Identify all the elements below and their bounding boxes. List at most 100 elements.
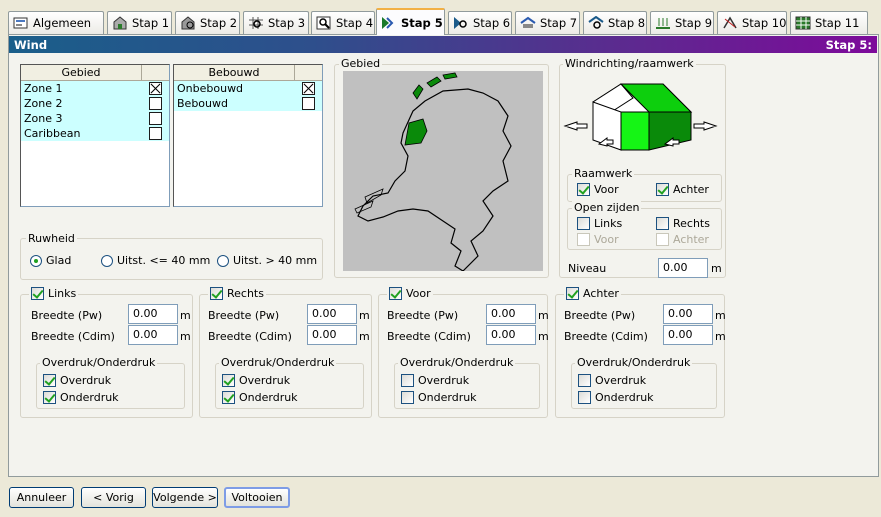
pw-label: Breedte (Pw) [31, 309, 103, 322]
next-button[interactable]: Volgende > [152, 487, 218, 508]
pw-input-voor[interactable]: 0.00 [486, 304, 536, 324]
wind-icon [381, 16, 397, 30]
side-toggle-voor[interactable]: Voor [387, 287, 433, 300]
list-item[interactable]: Zone 3 [21, 111, 169, 126]
open-achter-checkbox: Achter [656, 233, 709, 246]
cancel-button[interactable]: Annuleer [9, 487, 74, 508]
list-item[interactable]: Zone 1 [21, 81, 169, 96]
gebied-list[interactable]: Gebied Zone 1 Zone 2 Zone 3 Caribbean [20, 64, 170, 207]
bebouwd-checkbox[interactable] [302, 96, 315, 110]
side-toggle-achter[interactable]: Achter [564, 287, 621, 300]
cdim-label: Breedte (Cdim) [208, 330, 292, 343]
tab-stap-11[interactable]: Stap 11 [790, 11, 868, 34]
onderdruk-checkbox-links[interactable]: Onderdruk [43, 391, 119, 404]
overdruk-checkbox-links[interactable]: Overdruk [43, 374, 111, 387]
open-zijden-title: Open zijden [572, 201, 642, 214]
gebied-header: Gebied [21, 65, 142, 80]
page-header: Wind Stap 5: [9, 36, 877, 53]
tab-stap-1[interactable]: Stap 1 [107, 11, 172, 34]
cdim-input-links[interactable]: 0.00 [128, 325, 178, 345]
side-toggle-links[interactable]: Links [29, 287, 79, 300]
netherlands-map[interactable] [343, 71, 543, 272]
pw-input-achter[interactable]: 0.00 [663, 304, 713, 324]
open-rechts-checkbox[interactable]: Rechts [656, 217, 710, 230]
niveau-unit: m [711, 262, 722, 275]
radio-uitst-gt-40-dot[interactable] [217, 254, 229, 267]
cdim-input-achter[interactable]: 0.00 [663, 325, 713, 345]
radio-uitst-le-40[interactable]: Uitst. <= 40 mm [101, 254, 210, 267]
cdim-unit: m [359, 330, 370, 343]
building-icon [112, 16, 128, 30]
side-toggle-rechts[interactable]: Rechts [208, 287, 266, 300]
page-title: Wind [14, 37, 48, 52]
cdim-input-voor[interactable]: 0.00 [486, 325, 536, 345]
building-search-icon [180, 16, 196, 30]
list-item[interactable]: Caribbean [21, 126, 169, 141]
tab-stap-4[interactable]: Stap 4 [311, 11, 375, 34]
cdim-unit: m [538, 330, 549, 343]
list-item[interactable]: Onbebouwd [174, 81, 322, 96]
overdruk-checkbox-voor[interactable]: Overdruk [401, 374, 469, 387]
previous-button[interactable]: < Vorig [81, 487, 146, 508]
pw-input-rechts[interactable]: 0.00 [307, 304, 357, 324]
magnifier-icon [316, 16, 332, 30]
zone-3-checkbox[interactable] [149, 111, 162, 125]
overdruk-checkbox-achter[interactable]: Overdruk [578, 374, 646, 387]
tab-stap-9[interactable]: Stap 9 [650, 11, 714, 34]
onderdruk-checkbox-achter[interactable]: Onderdruk [578, 391, 654, 404]
bebouwd-list[interactable]: Bebouwd Onbebouwd Bebouwd [173, 64, 323, 207]
pressure-title: Overdruk/Onderdruk [398, 356, 516, 369]
load-arrows-icon [655, 16, 671, 30]
radio-glad[interactable]: Glad [30, 254, 71, 267]
cdim-input-rechts[interactable]: 0.00 [307, 325, 357, 345]
list-item[interactable]: Zone 2 [21, 96, 169, 111]
onbebouwd-checkbox[interactable] [302, 81, 315, 95]
wind-search-icon [453, 16, 469, 30]
cdim-label: Breedte (Cdim) [564, 330, 648, 343]
cdim-unit: m [180, 330, 191, 343]
tab-stap-5[interactable]: Stap 5 [376, 8, 445, 35]
zone-2-checkbox[interactable] [149, 96, 162, 110]
list-item[interactable]: Bebouwd [174, 96, 322, 111]
pw-unit: m [359, 309, 370, 322]
tab-stap-10[interactable]: Stap 10 [717, 11, 787, 34]
map-title: Gebied [339, 57, 383, 70]
finish-button[interactable]: Voltooien [224, 487, 290, 508]
pw-input-links[interactable]: 0.00 [128, 304, 178, 324]
pw-unit: m [538, 309, 549, 322]
radio-uitst-le-40-dot[interactable] [101, 254, 113, 267]
onderdruk-checkbox-voor[interactable]: Onderdruk [401, 391, 477, 404]
pw-label: Breedte (Pw) [208, 309, 280, 322]
niveau-input[interactable]: 0.00 [658, 258, 708, 278]
open-links-checkbox[interactable]: Links [577, 217, 622, 230]
niveau-label: Niveau [568, 262, 607, 275]
raamwerk-achter-checkbox[interactable]: Achter [656, 183, 709, 196]
compass-icon [722, 16, 738, 30]
raamwerk-voor-checkbox[interactable]: Voor [577, 183, 619, 196]
tab-stap-6[interactable]: Stap 6 [448, 11, 512, 34]
pw-label: Breedte (Pw) [564, 309, 636, 322]
tab-stap-2[interactable]: Stap 2 [175, 11, 240, 34]
radio-glad-dot[interactable] [30, 254, 42, 267]
step-indicator: Stap 5: [825, 37, 872, 52]
onderdruk-checkbox-rechts[interactable]: Onderdruk [222, 391, 298, 404]
cdim-label: Breedte (Cdim) [387, 330, 471, 343]
tab-algemeen[interactable]: Algemeen [8, 11, 104, 34]
zone-1-checkbox[interactable] [149, 81, 162, 95]
tab-stap-3[interactable]: Stap 3 [243, 11, 309, 34]
pw-unit: m [180, 309, 191, 322]
roof-search-icon [588, 15, 604, 30]
tab-stap-7[interactable]: Stap 7 [515, 11, 580, 34]
general-settings-icon [13, 16, 29, 30]
tab-stap-8[interactable]: Stap 8 [583, 11, 647, 34]
raamwerk-title: Raamwerk [572, 167, 635, 180]
radio-uitst-gt-40[interactable]: Uitst. > 40 mm [217, 254, 317, 267]
table-icon [795, 16, 811, 30]
pw-label: Breedte (Pw) [387, 309, 459, 322]
roof-icon [520, 16, 536, 30]
cdim-label: Breedte (Cdim) [31, 330, 115, 343]
bebouwd-header: Bebouwd [174, 65, 295, 80]
overdruk-checkbox-rechts[interactable]: Overdruk [222, 374, 290, 387]
cdim-unit: m [715, 330, 726, 343]
caribbean-checkbox[interactable] [149, 126, 162, 140]
